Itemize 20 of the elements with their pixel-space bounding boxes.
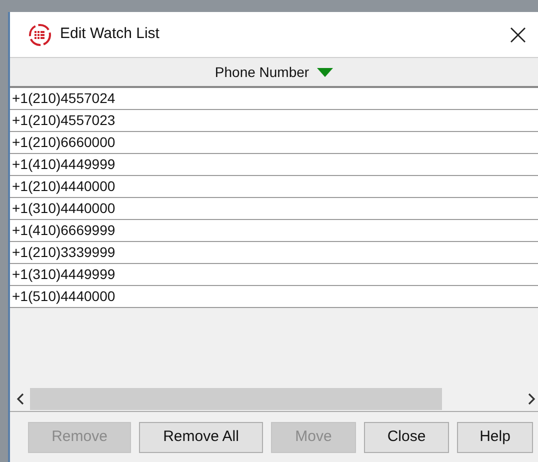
table-cell[interactable]: +1(410)4449999 [10, 154, 538, 176]
close-icon[interactable] [508, 24, 528, 44]
scroll-right-icon[interactable] [528, 392, 536, 404]
horizontal-scrollbar[interactable] [10, 386, 538, 412]
table-cell[interactable]: +1(310)4449999 [10, 264, 538, 286]
dialog-button[interactable]: Help [457, 422, 533, 452]
dialog-button[interactable]: Remove All [139, 422, 263, 452]
table-cell[interactable]: +1(310)4440000 [10, 198, 538, 220]
app-logo-icon [28, 22, 52, 46]
table-cell[interactable]: +1(510)4440000 [10, 286, 538, 308]
table-cell[interactable]: +1(410)6669999 [10, 220, 538, 242]
table-cell[interactable]: +1(210)4557023 [10, 110, 538, 132]
table-cell[interactable]: +1(210)6660000 [10, 132, 538, 154]
window-title: Edit Watch List [60, 24, 160, 44]
table-cell[interactable]: +1(210)3339999 [10, 242, 538, 264]
dialog-button[interactable]: Close [364, 422, 449, 452]
scroll-left-icon[interactable] [16, 392, 24, 404]
scrollbar-thumb[interactable] [30, 388, 442, 410]
table-cell[interactable]: +1(210)4557024 [10, 88, 538, 110]
table-cell[interactable]: +1(210)4440000 [10, 176, 538, 198]
